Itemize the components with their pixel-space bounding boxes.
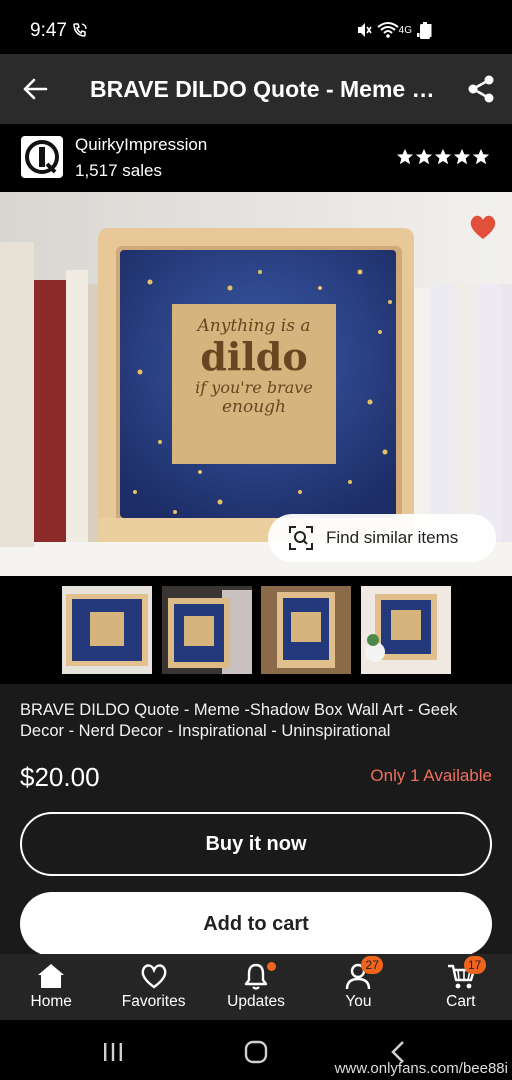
quote-line-4: enough — [221, 397, 287, 417]
shop-row[interactable]: QuirkyImpression 1,517 sales — [0, 124, 512, 192]
favorite-heart-icon[interactable] — [468, 212, 498, 242]
home-icon — [38, 964, 65, 988]
nav-favorites-label: Favorites — [121, 993, 186, 1010]
wifi-icon — [377, 22, 399, 38]
battery-icon — [420, 22, 430, 39]
nav-favorites[interactable]: Favorites — [102, 954, 204, 1020]
star-icon — [415, 148, 433, 165]
star-rating — [396, 148, 490, 166]
network-label: 4G — [398, 24, 412, 36]
you-badge: 27 — [361, 956, 384, 974]
heart-outline-icon — [141, 964, 167, 989]
find-similar-label: Find similar items — [326, 528, 459, 547]
status-time: 9:47 — [30, 20, 67, 41]
star-icon — [434, 148, 452, 165]
nav-you-label: You — [345, 993, 372, 1010]
thumbnail-strip — [0, 576, 512, 684]
star-icon — [472, 148, 490, 165]
nav-cart[interactable]: 17 Cart — [410, 954, 512, 1020]
nav-you[interactable]: 27 You — [307, 954, 409, 1020]
thumbnail-3[interactable] — [261, 586, 351, 674]
nav-updates[interactable]: Updates — [205, 954, 307, 1020]
quote-text: Anything is a dildo if you're brave enou… — [172, 312, 336, 417]
bottom-nav: Home Favorites Updates 27 You 17 Cart — [0, 954, 512, 1020]
availability-label: Only 1 Available — [370, 766, 492, 785]
nav-home-label: Home — [30, 993, 72, 1010]
listing-details: BRAVE DILDO Quote - Meme -Shadow Box Wal… — [0, 684, 512, 956]
listing-title: BRAVE DILDO Quote - Meme -Shadow Box Wal… — [20, 701, 458, 740]
page-title: BRAVE DILDO Quote - Meme -Shadow Box Wal… — [90, 76, 440, 102]
shop-logo[interactable] — [21, 136, 63, 178]
buy-now-button[interactable]: Buy it now — [20, 812, 492, 876]
add-to-cart-button[interactable]: Add to cart — [20, 892, 492, 956]
share-icon[interactable] — [466, 74, 496, 104]
thumbnail-1[interactable] — [62, 586, 152, 674]
app-bar: BRAVE DILDO Quote - Meme -Shadow Box Wal… — [0, 54, 512, 124]
nav-home[interactable]: Home — [0, 954, 102, 1020]
nav-cart-label: Cart — [446, 993, 476, 1010]
system-nav-bar: www.onlyfans.com/bee88i — [0, 1020, 512, 1080]
quote-line-1: Anything is a — [197, 316, 311, 336]
star-icon — [453, 148, 471, 165]
status-bar: 9:47 4G — [0, 0, 512, 54]
cart-badge: 17 — [463, 956, 486, 974]
updates-dot — [266, 962, 276, 971]
thumbnail-2[interactable] — [162, 586, 252, 674]
home-circle-icon[interactable] — [244, 1040, 268, 1064]
mute-icon — [357, 23, 372, 37]
shop-name[interactable]: QuirkyImpression — [75, 135, 207, 155]
back-arrow-icon[interactable] — [22, 76, 48, 102]
nav-updates-label: Updates — [227, 993, 285, 1010]
wifi-call-icon — [73, 23, 87, 37]
visual-search-icon — [289, 526, 313, 550]
listing-price: $20.00 — [20, 762, 100, 792]
recents-icon[interactable] — [102, 1042, 124, 1062]
quote-line-2: dildo — [200, 334, 308, 379]
star-icon — [396, 148, 414, 165]
thumbnail-4[interactable] — [361, 586, 451, 674]
quote-line-3: if you're brave — [195, 378, 313, 397]
shop-sales: 1,517 sales — [75, 161, 162, 180]
watermark-text: www.onlyfans.com/bee88i — [334, 1060, 508, 1077]
find-similar-button[interactable]: Find similar items — [268, 514, 496, 562]
